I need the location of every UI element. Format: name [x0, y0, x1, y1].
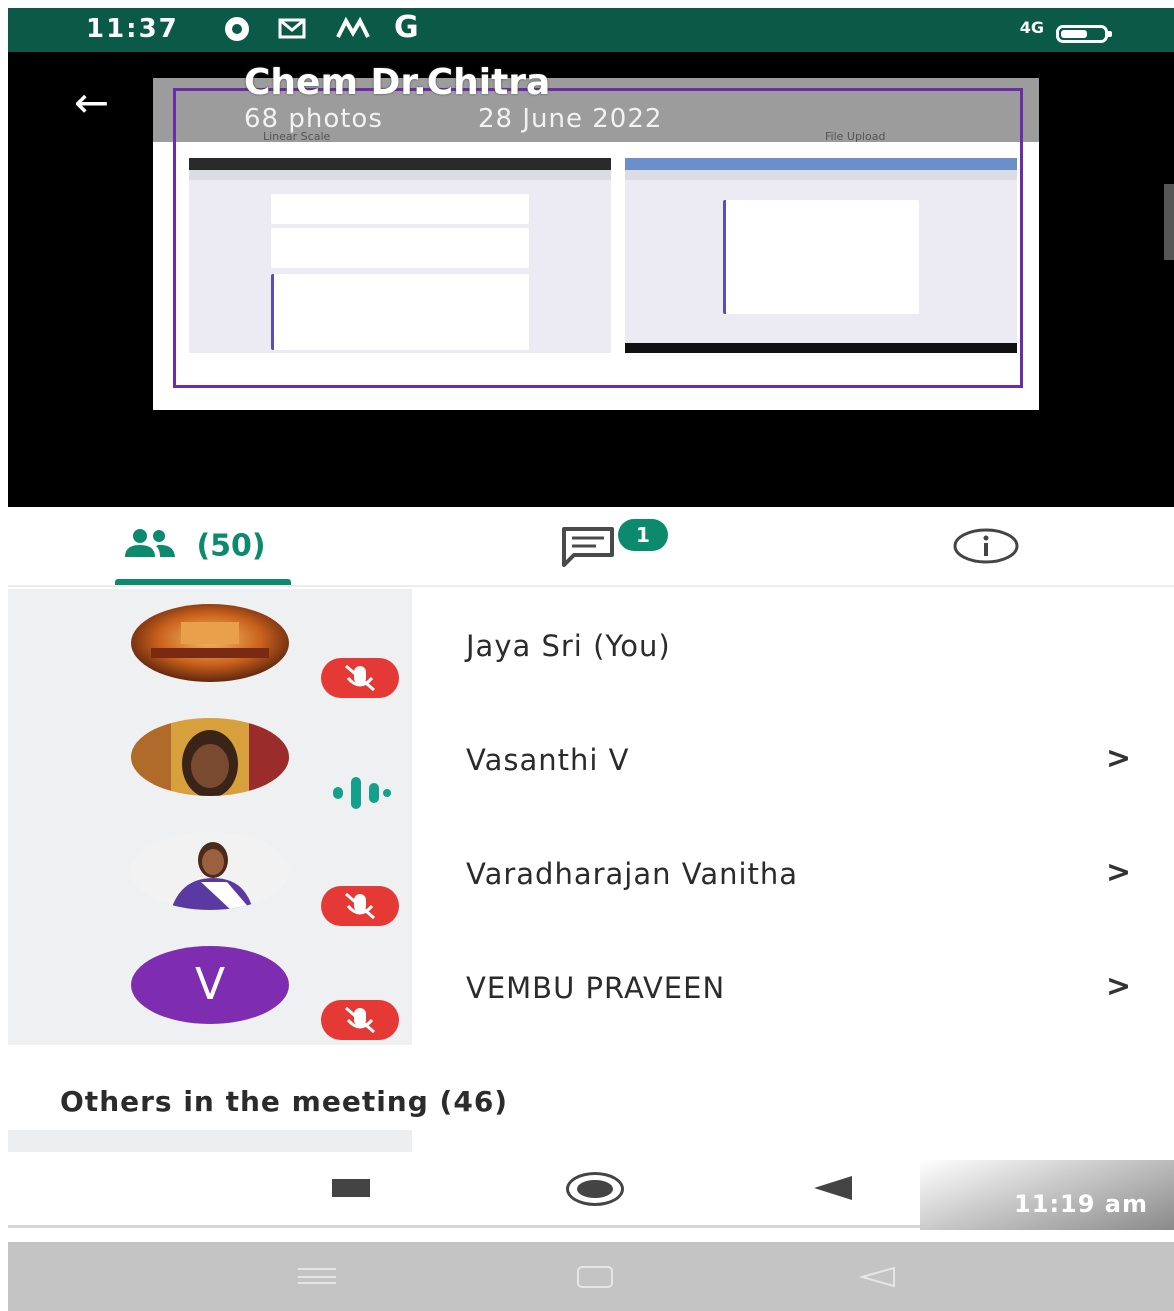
back-icon[interactable]: [814, 1176, 852, 1200]
screenshot-right: [625, 158, 1017, 353]
chevron-right-icon[interactable]: >: [1106, 969, 1131, 1004]
screenshot-left: [189, 158, 611, 353]
google-icon: G: [394, 10, 419, 45]
network-label: 4G: [1019, 18, 1044, 37]
back-arrow-icon[interactable]: ←: [74, 78, 109, 127]
participant-name: VEMBU PRAVEEN: [466, 971, 726, 1005]
avatar: [131, 604, 289, 682]
home-icon[interactable]: [566, 1172, 624, 1206]
speaking-indicator-icon: [331, 775, 393, 815]
scrollbar[interactable]: [1164, 184, 1174, 260]
shared-screen-area: Linear Scale File Upload ← Chem Dr.Chitr…: [8, 52, 1174, 507]
menu-icon[interactable]: [298, 1268, 336, 1284]
meeting-tabs: (50) 1: [8, 507, 1174, 587]
gmail-icon: [278, 15, 306, 47]
participant-name: Varadharajan Vanitha: [466, 857, 799, 891]
avatar: V: [131, 946, 289, 1024]
status-time: 11:37: [86, 14, 179, 44]
participant-row[interactable]: Varadharajan Vanitha >: [8, 817, 1174, 931]
participant-name: Vasanthi V: [466, 743, 630, 777]
photo-date: 28 June 2022: [478, 104, 663, 134]
recents-icon[interactable]: [332, 1179, 370, 1197]
info-icon[interactable]: [952, 527, 1020, 569]
timestamp-overlay: 11:19 am: [920, 1160, 1174, 1230]
tab-people[interactable]: (50): [122, 527, 266, 567]
slide-label-right: File Upload: [825, 130, 886, 143]
others-list-preview: [8, 1130, 412, 1152]
participant-list: Jaya Sri (You) Vasanthi V > Varadharajan…: [8, 589, 1174, 1045]
others-heading: Others in the meeting (46): [60, 1085, 509, 1118]
home-icon[interactable]: [577, 1266, 613, 1288]
battery-icon: [1056, 25, 1112, 43]
photo-count: 68 photos: [244, 104, 383, 134]
maps-icon: [336, 15, 370, 47]
chevron-right-icon[interactable]: >: [1106, 855, 1131, 890]
participant-row[interactable]: V VEMBU PRAVEEN >: [8, 931, 1174, 1045]
mic-off-icon: [321, 1000, 399, 1040]
mic-off-icon: [321, 886, 399, 926]
participant-row[interactable]: Jaya Sri (You): [8, 589, 1174, 703]
gallery-title: Chem Dr.Chitra: [244, 62, 551, 103]
mic-off-icon: [321, 658, 399, 698]
status-bar: 11:37 G 4G: [8, 8, 1174, 52]
tab-active-indicator: [115, 579, 291, 585]
participant-row[interactable]: Vasanthi V >: [8, 703, 1174, 817]
participant-name: Jaya Sri (You): [466, 629, 671, 663]
timestamp-text: 11:19 am: [1014, 1190, 1148, 1218]
screen: 11:37 G 4G Linear Scale File Upload ← Ch…: [0, 0, 1174, 1311]
chat-icon[interactable]: [560, 525, 620, 571]
device-navigation-bar: [8, 1242, 1174, 1311]
avatar: [131, 718, 289, 796]
people-count: (50): [196, 528, 266, 564]
chrome-icon: [222, 15, 252, 49]
chevron-right-icon[interactable]: >: [1106, 741, 1131, 776]
back-icon[interactable]: [858, 1266, 896, 1288]
avatar: [131, 832, 289, 910]
chat-badge: 1: [618, 519, 668, 551]
people-icon: [122, 527, 178, 567]
